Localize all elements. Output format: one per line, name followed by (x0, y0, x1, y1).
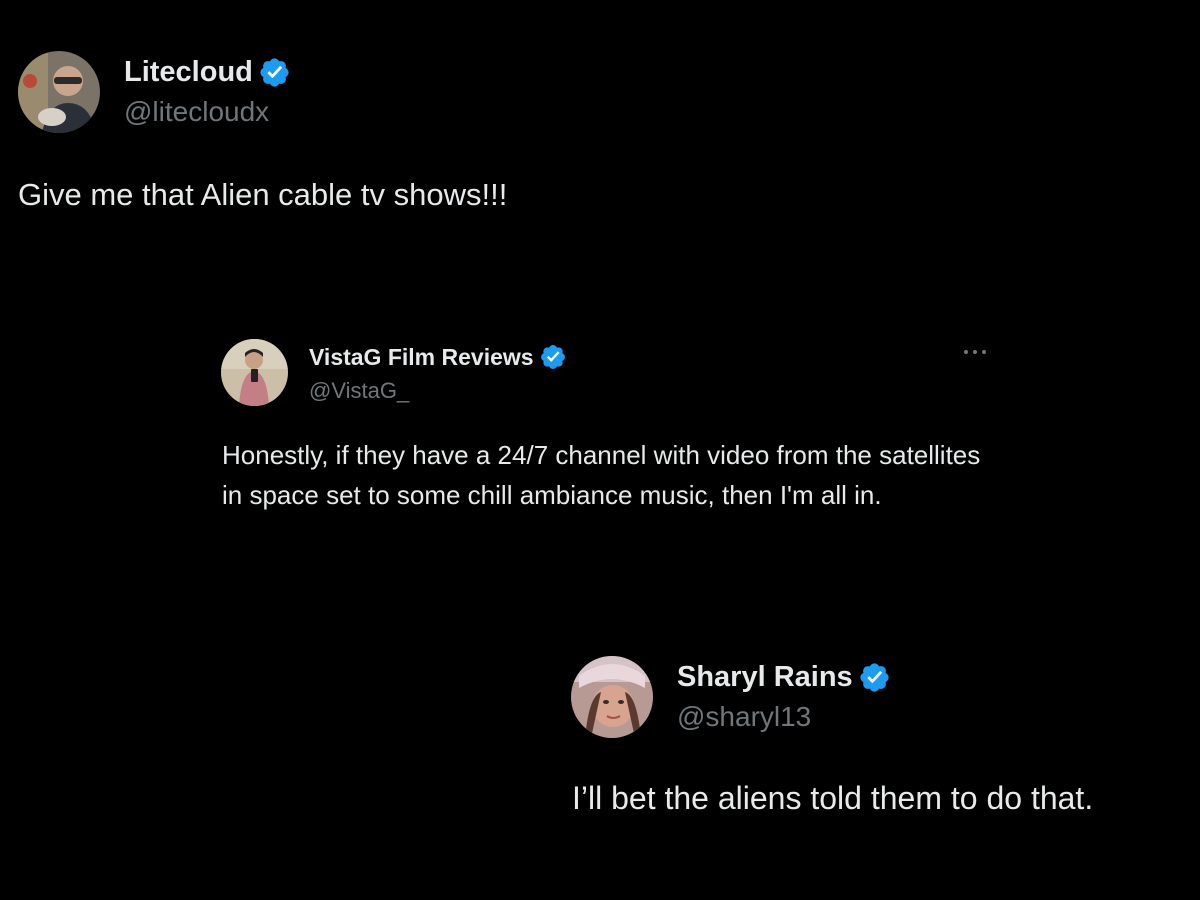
avatar-photo-icon (18, 51, 100, 133)
post-text: I’ll bet the aliens told them to do that… (572, 780, 1094, 816)
display-name[interactable]: Sharyl Rains (677, 661, 853, 694)
avatar-photo-icon (571, 656, 653, 738)
avatar[interactable] (18, 51, 100, 133)
display-name[interactable]: Litecloud (124, 56, 253, 89)
more-horizontal-icon[interactable] (960, 344, 990, 360)
post-text: Give me that Alien cable tv shows!!! (18, 177, 508, 212)
verified-badge-icon (258, 56, 291, 89)
avatar[interactable] (221, 339, 288, 406)
avatar-photo-icon (221, 339, 288, 406)
verified-badge-icon (858, 661, 891, 694)
post-litecloud[interactable]: Litecloud @litecloudx Give me that Alien… (0, 40, 620, 240)
avatar[interactable] (571, 656, 653, 738)
handle[interactable]: @litecloudx (124, 96, 269, 128)
post-text: Honestly, if they have a 24/7 channel wi… (222, 440, 981, 510)
handle[interactable]: @sharyl13 (677, 701, 811, 733)
verified-badge-icon (539, 343, 567, 371)
handle[interactable]: @VistaG_ (309, 378, 409, 404)
post-sharyl[interactable]: Sharyl Rains @sharyl13 I’ll bet the alie… (558, 645, 1178, 845)
post-vistag[interactable]: VistaG Film Reviews @VistaG_ Honestly, i… (205, 330, 1000, 570)
display-name[interactable]: VistaG Film Reviews (309, 344, 534, 371)
